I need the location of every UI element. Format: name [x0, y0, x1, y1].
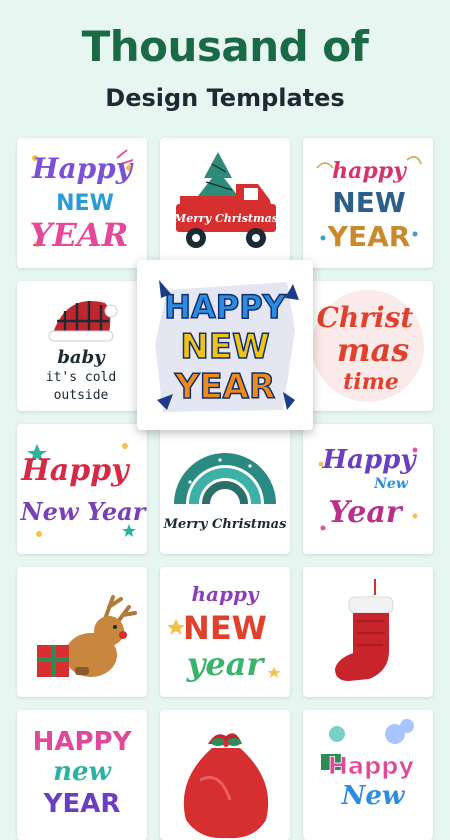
template-card-happy-new-year-stars[interactable]: Happy New Year — [17, 424, 147, 554]
template-card-happy-new-year-sticker[interactable]: Happy New — [303, 710, 433, 840]
template-card-merry-christmas-rainbow[interactable]: Merry Christmas — [160, 424, 290, 554]
template-text: mas — [337, 331, 410, 369]
template-text: NEW — [180, 327, 269, 367]
template-text: Christ — [317, 301, 414, 334]
template-text: Happy — [322, 445, 418, 475]
template-text: New Year — [20, 497, 147, 526]
template-text: happy — [332, 158, 408, 184]
template-text: outside — [54, 388, 109, 403]
template-text: Happy — [20, 453, 131, 488]
template-text: New — [373, 476, 409, 492]
template-text: Merry Christmas — [163, 517, 288, 532]
template-text: NEW — [56, 191, 114, 216]
page-subtitle: Design Templates — [105, 84, 345, 112]
template-card-christmas-stocking[interactable] — [303, 567, 433, 697]
template-card-baby-its-cold-outside[interactable]: baby it's cold outside — [17, 281, 147, 411]
template-text: Happy — [328, 752, 415, 780]
template-card-merry-christmas-truck[interactable]: Merry Christmas — [160, 138, 290, 268]
template-text: YEAR — [327, 220, 411, 253]
template-text: YEAR — [30, 216, 129, 254]
template-card-santa-bag[interactable] — [160, 710, 290, 840]
template-text: HAPPY — [164, 288, 286, 326]
template-card-happy-new-year-colorful[interactable]: Happy NEW YEAR — [17, 138, 147, 268]
template-card-happy-new-year-purple[interactable]: Happy New Year — [303, 424, 433, 554]
template-card-christmas-time[interactable]: Christ mas time — [303, 281, 433, 411]
template-text: time — [343, 369, 399, 395]
template-text: YEAR — [43, 789, 121, 819]
template-text: it's cold — [46, 370, 116, 385]
template-card-happy-new-year-colors[interactable]: happy NEW year — [160, 567, 290, 697]
template-text: HAPPY — [33, 727, 133, 757]
page-title: Thousand of — [81, 22, 369, 71]
template-text: Merry Christmas — [173, 212, 278, 225]
template-card-happy-new-year-script[interactable]: happy NEW YEAR — [303, 138, 433, 268]
template-text: new — [53, 757, 112, 787]
template-text: New — [341, 781, 406, 811]
template-card-happy-new-year-featured[interactable]: HAPPY NEW YEAR — [137, 260, 313, 430]
template-card-reindeer-gift[interactable] — [17, 567, 147, 697]
template-text: NEW — [183, 609, 267, 647]
template-text: Year — [328, 495, 403, 530]
template-text: baby — [57, 347, 106, 368]
template-text: Happy — [31, 152, 134, 185]
template-text: YEAR — [174, 367, 275, 407]
template-text: happy — [191, 582, 259, 606]
template-text: NEW — [332, 186, 406, 219]
template-text: year — [186, 645, 266, 683]
template-card-happy-new-year-pink[interactable]: HAPPY new YEAR — [17, 710, 147, 840]
